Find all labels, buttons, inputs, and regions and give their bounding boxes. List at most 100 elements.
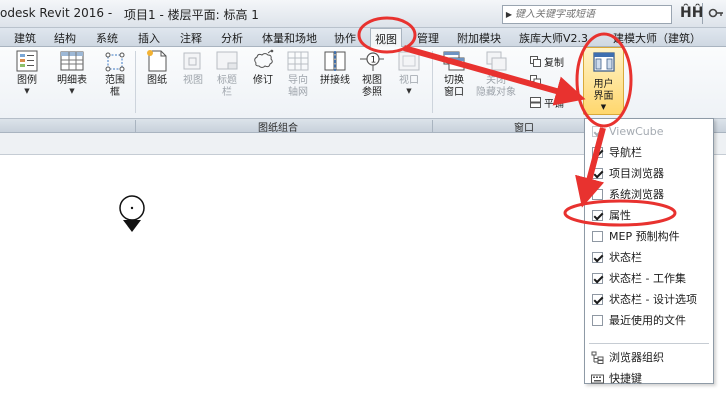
menu-item-properties[interactable]: 属性 [585, 205, 713, 225]
menu-item-browser-organization[interactable]: 浏览器组织 [585, 347, 713, 367]
place-view-icon [183, 52, 201, 70]
place-view-button[interactable]: 视图 [176, 49, 210, 87]
matchline-label: 拼接线 [320, 75, 350, 86]
tab-modeling-master[interactable]: 建模大师（建筑） [613, 30, 701, 46]
tab-analyze[interactable]: 分析 [221, 30, 243, 46]
menu-item-mep-fabrication[interactable]: MEP 预制构件 [585, 226, 713, 246]
schedule-button[interactable]: 明细表 ▼ [53, 49, 91, 95]
tab-structure[interactable]: 结构 [54, 30, 76, 46]
title-bar: odesk Revit 2016 - 项目1 - 楼层平面: 标高 1 ▶ ĤĤ [0, 0, 726, 28]
checkbox[interactable] [592, 146, 603, 158]
tab-architecture[interactable]: 建筑 [14, 30, 36, 46]
menu-separator [589, 343, 709, 344]
tab-manage[interactable]: 管理 [417, 30, 439, 46]
search-arrow-icon[interactable]: ▶ [503, 10, 515, 19]
menu-item-label: 状态栏 - 设计选项 [609, 293, 697, 306]
schedule-icon [60, 51, 84, 71]
menu-item-recent-files[interactable]: 最近使用的文件 [585, 310, 713, 330]
tab-family-library[interactable]: 族库大师V2.3 [519, 30, 588, 46]
menu-item-status-bar-design-options[interactable]: 状态栏 - 设计选项 [585, 289, 713, 309]
guide-grid-button[interactable]: 导向 轴网 [281, 49, 315, 99]
project-title: 项目1 - 楼层平面: 标高 1 [124, 8, 259, 22]
menu-item-system-browser[interactable]: 系统浏览器 [585, 184, 713, 204]
browser-organization-icon [591, 351, 604, 364]
tile-button[interactable]: 平铺 [530, 95, 564, 110]
tab-view[interactable]: 视图 [370, 28, 402, 48]
revision-button[interactable]: 修订 [246, 49, 280, 87]
duplicate-icon [530, 56, 541, 67]
checkbox[interactable] [592, 125, 603, 137]
legend-label: 图例 [17, 75, 37, 86]
title-block-icon [216, 51, 238, 70]
view-reference-number: 1 [371, 56, 377, 66]
ribbon-separator [135, 51, 136, 113]
tab-massing-site[interactable]: 体量和场地 [262, 30, 317, 46]
checkbox[interactable] [592, 293, 603, 305]
switch-window-icon [443, 51, 465, 71]
title-block-button[interactable]: 标题 栏 [210, 49, 244, 99]
checkbox[interactable] [592, 251, 603, 263]
tile-label: 平铺 [544, 99, 564, 110]
menu-item-project-browser[interactable]: 项目浏览器 [585, 163, 713, 183]
menu-item-label: 快捷键 [609, 372, 642, 385]
matchline-icon [324, 51, 346, 71]
cascade-icon [530, 75, 541, 86]
switch-window-label-2: 窗口 [444, 87, 464, 98]
checkbox[interactable] [592, 230, 603, 242]
tab-systems[interactable]: 系统 [96, 30, 118, 46]
close-hidden-button[interactable]: 关闭 隐藏对象 [474, 49, 518, 99]
checkbox[interactable] [592, 314, 603, 326]
menu-item-viewcube[interactable]: ViewCube [585, 121, 713, 141]
tab-insert[interactable]: 插入 [138, 30, 160, 46]
search-box[interactable]: ▶ [502, 5, 672, 24]
duplicate-window-button[interactable]: 复制 [530, 54, 564, 69]
viewport-icon [398, 51, 420, 71]
schedule-label: 明细表 [57, 75, 87, 86]
menu-item-label: 浏览器组织 [609, 351, 664, 364]
ribbon-tabs: 建筑 结构 系统 插入 注释 分析 体量和场地 协作 视图 管理 附加模块 族库… [0, 28, 726, 48]
menu-item-status-bar[interactable]: 状态栏 [585, 247, 713, 267]
menu-item-navigation-bar[interactable]: 导航栏 [585, 142, 713, 162]
checkbox[interactable] [592, 188, 603, 200]
search-input[interactable] [515, 9, 665, 20]
close-hidden-icon [486, 51, 507, 71]
viewport-button[interactable]: 视口 ▼ [392, 49, 426, 95]
menu-item-status-bar-worksets[interactable]: 状态栏 - 工作集 [585, 268, 713, 288]
user-interface-menu: ViewCube 导航栏 项目浏览器 系统浏览器 属性 MEP 预制构件 状态栏… [584, 118, 714, 385]
checkbox[interactable] [592, 209, 603, 221]
switch-window-button[interactable]: 切换 窗口 [437, 49, 471, 99]
user-interface-icon [592, 52, 615, 72]
dropdown-caret-icon: ▼ [24, 87, 30, 95]
user-interface-button[interactable]: 用户 界面 ▼ [583, 47, 624, 115]
panel-separator [432, 120, 433, 132]
tab-annotate[interactable]: 注释 [180, 30, 202, 46]
scope-box-button[interactable]: 范围 框 [98, 49, 132, 99]
checkbox[interactable] [592, 272, 603, 284]
view-reference-label-1: 视图 [362, 75, 382, 86]
key-icon[interactable] [708, 5, 724, 21]
guide-grid-label-2: 轴网 [288, 87, 308, 98]
menu-item-keyboard-shortcuts[interactable]: 快捷键 [585, 368, 713, 388]
checkbox[interactable] [592, 167, 603, 179]
legend-button[interactable]: 图例 ▼ [10, 49, 44, 95]
view-reference-button[interactable]: 1 视图 参照 [355, 49, 389, 99]
menu-item-label: 最近使用的文件 [609, 314, 686, 327]
tab-collaborate[interactable]: 协作 [334, 30, 356, 46]
revision-label: 修订 [253, 75, 273, 86]
matchline-button[interactable]: 拼接线 [317, 49, 353, 87]
keyboard-icon [591, 374, 604, 383]
cascade-button[interactable] [530, 75, 544, 86]
menu-item-label: MEP 预制构件 [609, 230, 680, 243]
binoculars-icon[interactable]: ĤĤ [680, 5, 703, 21]
sheet-icon [147, 50, 167, 72]
revision-cloud-icon [254, 49, 274, 68]
panel-title-windows: 窗口 [514, 123, 534, 134]
duplicate-label: 复制 [544, 58, 564, 69]
elevation-marker-icon[interactable] [112, 192, 152, 242]
close-hidden-label-2: 隐藏对象 [476, 87, 516, 98]
tab-addins[interactable]: 附加模块 [457, 30, 501, 46]
legend-icon [16, 50, 38, 72]
sheet-button[interactable]: 图纸 [140, 49, 174, 87]
app-title: odesk Revit 2016 - [0, 6, 113, 20]
menu-item-label: 项目浏览器 [609, 167, 664, 180]
